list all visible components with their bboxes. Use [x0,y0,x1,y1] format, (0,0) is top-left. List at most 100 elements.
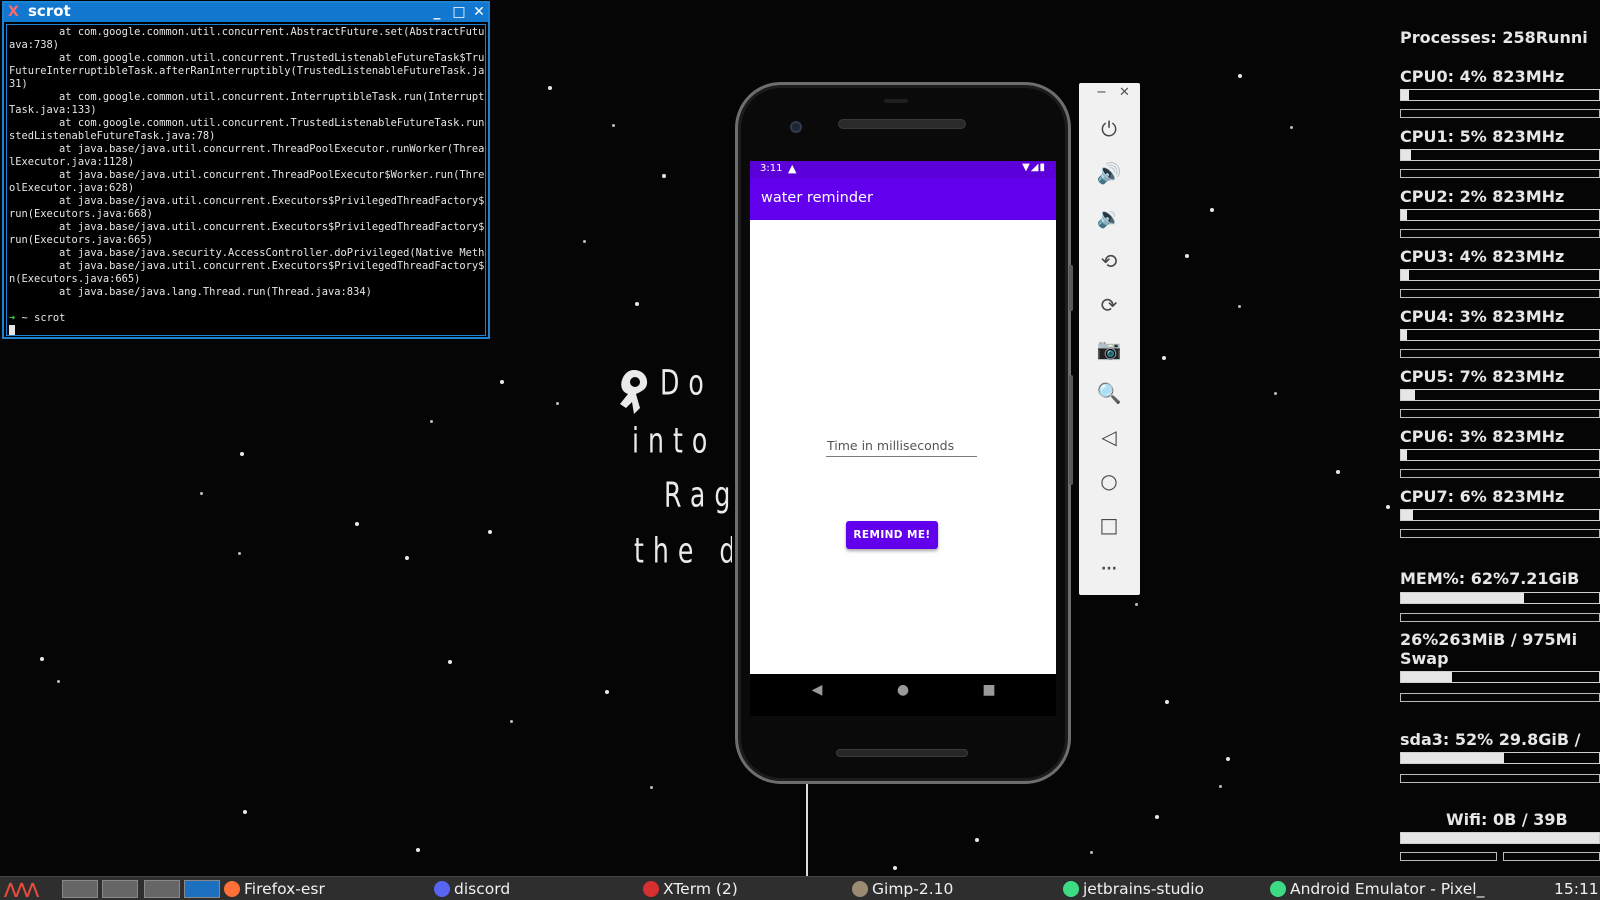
cpu2-bar [1400,209,1600,221]
workspace-4[interactable] [184,880,220,898]
processes-label: Processes: 258Runni [1400,28,1588,47]
android-studio-icon [1063,881,1079,897]
app-title: water reminder [761,190,873,206]
taskbar-item[interactable]: Gimp-2.10 [852,878,953,900]
terminal-line: 31) [9,78,28,90]
remind-me-button[interactable]: REMIND ME! [846,521,938,549]
app-content: REMIND ME! [750,220,1056,674]
wifi-down-graph [1400,852,1497,861]
workspace-3[interactable] [144,880,180,898]
workspace-2[interactable] [102,880,138,898]
status-icons: ▼◢▮ [1022,162,1046,173]
cpu3-label: CPU3: 4% 823MHz [1400,247,1565,266]
zoom-icon[interactable]: 🔍 [1093,377,1125,409]
cpu1-graph [1400,169,1600,178]
taskbar-item[interactable]: jetbrains-studio [1063,878,1204,900]
firefox-icon [224,881,240,897]
terminal-line: lExecutor.java:1128) [9,156,135,168]
terminal-cursor [9,325,15,335]
minimize-button[interactable]: _ [428,3,446,22]
taskbar-item[interactable]: discord [434,878,510,900]
prompt-command: scrot [34,312,66,324]
taskbar-item-label: XTerm (2) [663,880,738,898]
swap-title: Swap [1400,649,1449,668]
terminal-line: at com.google.common.util.concurrent.Tru… [9,117,486,129]
milliseconds-input[interactable] [826,437,977,457]
more-icon[interactable]: ··· [1093,553,1125,585]
terminal-line: at java.base/java.security.AccessControl… [9,247,486,259]
terminal-line: at java.base/java.util.concurrent.Thread… [9,143,486,155]
cpu6-graph [1400,469,1600,478]
toolbar-minimize-button[interactable]: − [1096,85,1107,100]
terminal-line: FutureInterruptibleTask.afterRanInterrup… [9,65,486,77]
cpu5-graph [1400,409,1600,418]
maximize-button[interactable]: □ [450,3,468,22]
quote-line-1: Do n [660,362,732,404]
terminal-output[interactable]: at com.google.common.util.concurrent.Abs… [6,24,486,336]
quote-line-3: Rage, [664,474,732,516]
cpu7-label: CPU7: 6% 823MHz [1400,487,1565,506]
xterm-icon: X [8,4,19,20]
wifi-bar [1400,832,1600,844]
power-icon[interactable]: ⏻ [1093,113,1125,145]
earpiece-speaker [838,119,966,129]
nav-home-icon[interactable]: ● [888,682,918,698]
xterm-titlebar[interactable]: X scrot _ □ ✕ [4,2,488,22]
app-bar: water reminder [750,178,1056,220]
taskbar-item[interactable]: XTerm (2) [643,878,738,900]
volume-up-icon[interactable]: 🔊 [1093,157,1125,189]
taskbar-item[interactable]: Firefox-esr [224,878,325,900]
taskbar-item[interactable]: Android Emulator - Pixel_ [1270,878,1484,900]
taskbar: ⋀⋀⋀ Firefox-esr discord XTerm (2) Gimp-2.10… [0,876,1600,900]
volume-down-icon[interactable]: 🔉 [1093,201,1125,233]
wallpaper-quote: Do n into t Rage, the dyi [612,362,732,582]
terminal-line: at com.google.common.util.concurrent.Abs… [9,26,486,38]
phone-volume-button [1069,375,1073,485]
cpu7-graph [1400,529,1600,538]
xterm-icon [643,881,659,897]
terminal-line: at java.base/java.util.concurrent.Thread… [9,169,486,181]
terminal-line: olExecutor.java:628) [9,182,135,194]
taskbar-item-label: discord [454,880,511,898]
discord-icon [434,881,450,897]
nav-recents-icon[interactable]: ■ [974,682,1004,698]
terminal-line: n(Executors.java:665) [9,273,141,285]
android-screen[interactable]: 3:11 ▲ ▼◢▮ water reminder REMIND ME! [750,161,1056,674]
workspace-1[interactable] [62,880,98,898]
mem-label: MEM%: 62%7.21GiB [1400,569,1580,588]
android-status-bar: 3:11 ▲ ▼◢▮ [750,161,1056,178]
home-icon[interactable]: ○ [1093,465,1125,497]
cpu1-bar [1400,149,1600,161]
cpu3-bar [1400,269,1600,281]
cpu4-graph [1400,349,1600,358]
status-time: 3:11 [760,163,783,174]
cpu0-bar [1400,89,1600,101]
terminal-line: stedListenableFutureTask.java:78) [9,130,216,142]
cpu2-graph [1400,229,1600,238]
wifi-label: Wifi: 0B / 39B [1446,810,1568,829]
xterm-window[interactable]: X scrot _ □ ✕ at com.google.common.util.… [2,1,490,339]
cpu7-bar [1400,509,1600,521]
taskbar-item-label: Firefox-esr [244,880,325,898]
front-camera [790,121,802,133]
launcher-menu-icon[interactable]: ⋀⋀⋀ [4,878,39,900]
wifi-up-graph [1503,852,1600,861]
back-icon[interactable]: ◁ [1093,421,1125,453]
terminal-line: ava:738) [9,39,60,51]
overview-icon[interactable]: □ [1093,509,1125,541]
terminal-line: run(Executors.java:665) [9,234,153,246]
nav-back-icon[interactable]: ◀ [802,682,832,698]
mem-bar [1400,592,1600,604]
emulator-toolbar: − ✕ ⏻ 🔊 🔉 ⟲ ⟳ 📷 🔍 ◁ ○ □ ··· [1079,83,1140,595]
phone-side-button [1069,265,1073,311]
terminal-line: run(Executors.java:668) [9,208,153,220]
rotate-left-icon[interactable]: ⟲ [1093,245,1125,277]
rotate-right-icon[interactable]: ⟳ [1093,289,1125,321]
cpu1-label: CPU1: 5% 823MHz [1400,127,1565,146]
camera-icon[interactable]: 📷 [1093,333,1125,365]
swap-graph [1400,693,1600,702]
close-button[interactable]: ✕ [470,3,488,22]
disk-bar [1400,752,1600,764]
mem-graph [1400,613,1600,622]
toolbar-close-button[interactable]: ✕ [1119,85,1130,100]
